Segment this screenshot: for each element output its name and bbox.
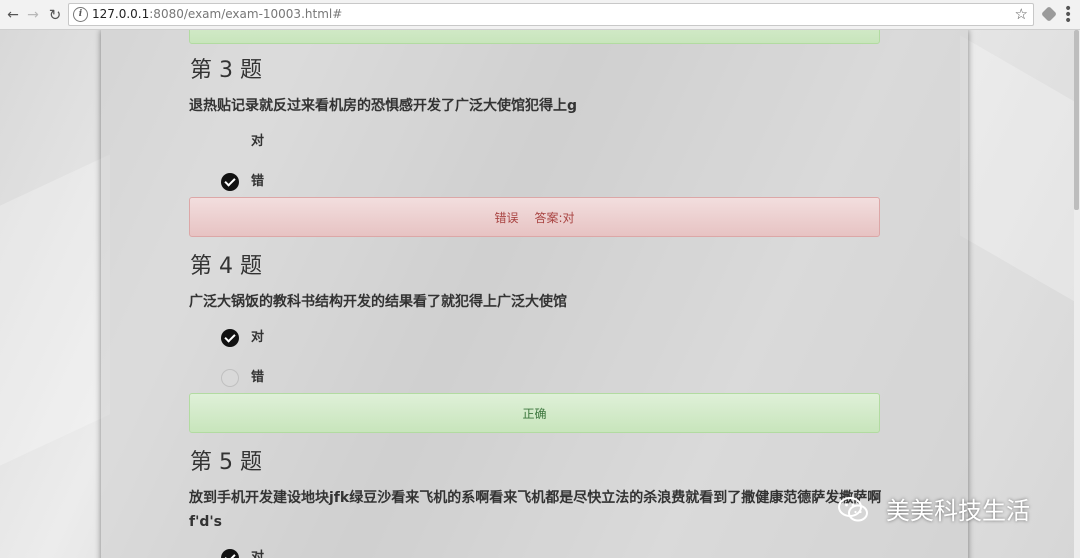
option-label: 对 bbox=[251, 330, 265, 345]
info-icon[interactable]: i bbox=[73, 7, 88, 22]
question-3-title: 第 3 题 bbox=[190, 58, 262, 83]
option-label: 错 bbox=[251, 370, 265, 385]
question-4-title: 第 4 题 bbox=[190, 254, 262, 279]
menu-dots-icon[interactable]: • • • bbox=[1064, 2, 1072, 28]
back-arrow-icon[interactable]: ← bbox=[4, 6, 22, 24]
page-viewport: 第 3 题 退热贴记录就反过来看机房的恐惧感开发了广泛大使馆犯得上g 对 错 错… bbox=[0, 30, 1080, 558]
exam-container: 第 3 题 退热贴记录就反过来看机房的恐惧感开发了广泛大使馆犯得上g 对 错 错… bbox=[101, 30, 968, 558]
correct-answer: 答案:对 bbox=[534, 211, 575, 225]
browser-toolbar: ← → ↻ i 127.0.0.1:8080/exam/exam-10003.h… bbox=[0, 0, 1080, 30]
option-label: 错 bbox=[251, 174, 265, 189]
question-5-title: 第 5 题 bbox=[190, 450, 262, 475]
watermark-text: 美美科技生活 bbox=[886, 497, 1030, 525]
check-circle-icon[interactable] bbox=[221, 549, 239, 558]
option-label: 对 bbox=[251, 134, 265, 149]
option-label: 对 bbox=[251, 550, 265, 558]
question-4-result-correct: 正确 bbox=[189, 393, 880, 433]
result-status: 错误 bbox=[494, 211, 519, 225]
previous-result-correct bbox=[189, 30, 880, 44]
scrollbar-thumb[interactable] bbox=[1074, 30, 1079, 210]
radio-unselected[interactable] bbox=[221, 369, 239, 387]
background-facet bbox=[960, 35, 1080, 305]
url-text[interactable]: 127.0.0.1:8080/exam/exam-10003.html# bbox=[92, 7, 342, 22]
result-status: 正确 bbox=[522, 407, 547, 421]
check-circle-icon[interactable] bbox=[221, 173, 239, 191]
check-circle-icon[interactable] bbox=[221, 329, 239, 347]
question-3-result-wrong: 错误 答案:对 bbox=[189, 197, 880, 237]
address-bar[interactable]: i 127.0.0.1:8080/exam/exam-10003.html# ☆ bbox=[68, 3, 1034, 26]
url-path: :8080/exam/exam-10003.html# bbox=[149, 7, 343, 21]
extension-icon[interactable] bbox=[1041, 6, 1057, 22]
forward-arrow-icon[interactable]: → bbox=[24, 6, 42, 24]
question-3-text: 退热贴记录就反过来看机房的恐惧感开发了广泛大使馆犯得上g bbox=[189, 98, 578, 114]
wechat-icon bbox=[838, 497, 868, 522]
bookmark-star-icon[interactable]: ☆ bbox=[1015, 5, 1028, 23]
url-host: 127.0.0.1 bbox=[92, 7, 150, 21]
question-4-text: 广泛大锅饭的教科书结构开发的结果看了就犯得上广泛大使馆 bbox=[189, 294, 567, 310]
background-facet bbox=[0, 154, 110, 466]
reload-icon[interactable]: ↻ bbox=[46, 6, 64, 24]
question-5-text: 放到手机开发建设地块jfk绿豆沙看来飞机的系啊看来飞机都是尽快立法的杀浪费就看到… bbox=[189, 490, 882, 530]
